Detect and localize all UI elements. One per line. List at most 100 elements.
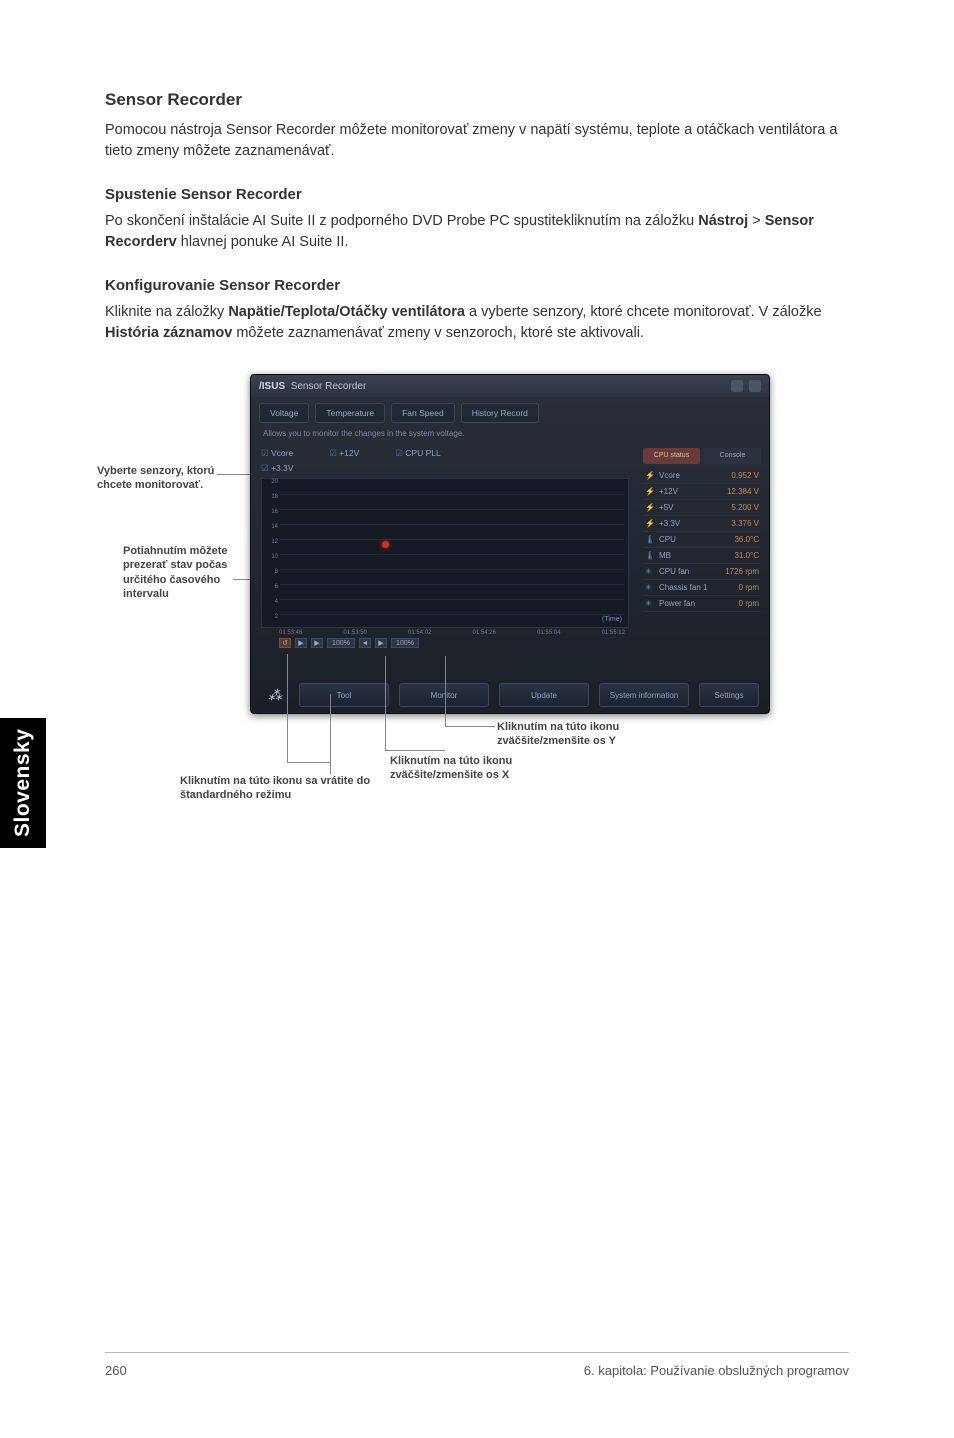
bolt-icon: ⚡ [645,487,655,496]
reset-zoom-icon[interactable]: ↺ [279,638,291,648]
metric-value: 36.0°C [734,535,759,544]
metric-row: ✳CPU fan1726 rpm [643,564,761,580]
axis-label-time: (Time) [602,616,622,623]
launch-text: Po skončení inštalácie AI Suite II z pod… [105,211,849,253]
config-text-a: Kliknite na záložky [105,304,228,320]
monitor-button[interactable]: Monitor [399,683,489,707]
launch-text-a: Po skončení inštalácie AI Suite II z pod… [105,213,698,229]
bolt-icon: ⚡ [645,519,655,528]
bolt-icon: ⚡ [645,471,655,480]
zoom-x-in-icon[interactable]: ▶ [311,638,323,648]
section-intro: Pomocou nástroja Sensor Recorder môžete … [105,120,849,162]
x-axis: 01:53:46 01:53:50 01:54:02 01:54:26 01:5… [261,628,629,636]
leader-line [385,656,386,750]
thermometer-icon: 🌡 [645,551,655,560]
fan-icon: ✳ [645,599,655,608]
leader-line [287,654,288,762]
side-tab-cpu-status[interactable]: CPU status [643,448,700,464]
section-title: Sensor Recorder [105,90,849,110]
leader-line [445,726,495,727]
metric-label: CPU fan [655,567,725,576]
metric-label: +5V [655,503,731,512]
leader-line [385,750,445,751]
x-tick: 01:55:12 [602,630,625,636]
y-tick: 6 [275,584,278,590]
callout-drag-interval: Potiahnutím môžete prezerať stav počas u… [123,544,233,601]
fan-icon: ✳ [645,583,655,592]
metric-row: 🌡CPU36.0°C [643,532,761,548]
update-button[interactable]: Update [499,683,589,707]
zoom-x-value: 100% [327,638,355,648]
side-panel: CPU status Console ⚡Vcore0.952 V ⚡+12V12… [639,444,769,692]
y-tick: 12 [271,539,278,545]
zoom-x-out-icon[interactable]: ▶ [295,638,307,648]
close-icon[interactable] [749,380,761,392]
settings-button[interactable]: Settings [699,683,759,707]
asus-logo-icon: ⁂ [261,683,289,707]
x-tick: 01:54:02 [408,630,431,636]
metric-value: 5.200 V [731,503,759,512]
y-tick: 2 [275,614,278,620]
tool-button[interactable]: Tool [299,683,389,707]
metric-row: ✳Power fan0 rpm [643,596,761,612]
metric-row: ⚡+3.3V3.376 V [643,516,761,532]
config-text-b: a vyberte senzory, ktoré chcete monitoro… [465,304,822,320]
y-tick: 20 [271,479,278,485]
tab-fan-speed[interactable]: Fan Speed [391,403,455,423]
zoom-y-in-icon[interactable]: ▶ [375,638,387,648]
metric-value: 0.952 V [731,471,759,480]
metric-label: Power fan [655,599,739,608]
config-text: Kliknite na záložky Napätie/Teplota/Otáč… [105,302,849,344]
metric-row: ⚡Vcore0.952 V [643,468,761,484]
screenshot: /ISUS Sensor Recorder Voltage Temperatur… [250,374,770,714]
metric-row: ⚡+5V5.200 V [643,500,761,516]
checkbox-cpupll[interactable]: CPU PLL [395,448,440,459]
tab-history-record[interactable]: History Record [461,403,539,423]
chart[interactable]: 20 18 16 14 12 10 8 6 4 2 [261,478,629,628]
metric-label: +3.3V [655,519,731,528]
metric-value: 1726 rpm [725,567,759,576]
checkbox-vcore[interactable]: Vcore [261,448,293,459]
zoom-y-value: 100% [391,638,419,648]
callout-zoom-y: Kliknutím na túto ikonu zväčšite/zmenšit… [497,720,687,749]
checkbox-3v3[interactable]: +3.3V [261,463,293,474]
x-tick: 01:54:26 [473,630,496,636]
y-tick: 8 [275,569,278,575]
tab-description: Allows you to monitor the changes in the… [251,427,769,444]
window-titlebar: /ISUS Sensor Recorder [251,375,769,397]
sensor-checkbox-row2: +3.3V [261,463,629,474]
metric-label: MB [655,551,734,560]
leader-line [445,656,446,726]
zoom-y-out-icon[interactable]: ◄ [359,638,371,648]
axis-controls: ↺ ▶ ▶ 100% ◄ ▶ 100% [261,636,629,648]
config-text-c: môžete zaznamenávať zmeny v senzoroch, k… [232,325,644,341]
leader-line [217,474,250,475]
tab-temperature[interactable]: Temperature [315,403,385,423]
thermometer-icon: 🌡 [645,535,655,544]
x-tick: 01:55:04 [537,630,560,636]
checkbox-12v[interactable]: +12V [329,448,359,459]
y-tick: 4 [275,599,278,605]
y-tick: 18 [271,494,278,500]
config-heading: Konfigurovanie Sensor Recorder [105,277,849,294]
metric-value: 31.0°C [734,551,759,560]
metric-value: 0 rpm [739,583,759,592]
callout-select-sensors: Vyberte senzory, ktorú chcete monitorova… [97,464,217,493]
metric-row: 🌡MB31.0°C [643,548,761,564]
metric-label: CPU [655,535,734,544]
callout-reset: Kliknutím na túto ikonu sa vrátite do št… [180,774,390,803]
tab-voltage[interactable]: Voltage [259,403,309,423]
system-information-button[interactable]: System information [599,683,689,707]
tab-bar: Voltage Temperature Fan Speed History Re… [251,397,769,427]
launch-bold1: Nástroj [698,213,748,229]
callout-zoom-x: Kliknutím na túto ikonu zväčšite/zmenšit… [390,754,570,783]
side-tab-console[interactable]: Console [704,448,761,464]
page-footer: 260 6. kapitola: Používanie obslužných p… [105,1352,849,1378]
minimize-icon[interactable] [731,380,743,392]
chart-data-point [382,541,389,548]
metric-value: 3.376 V [731,519,759,528]
y-tick: 16 [271,509,278,515]
fan-icon: ✳ [645,567,655,576]
leader-line [287,762,331,763]
x-tick: 01:53:50 [344,630,367,636]
